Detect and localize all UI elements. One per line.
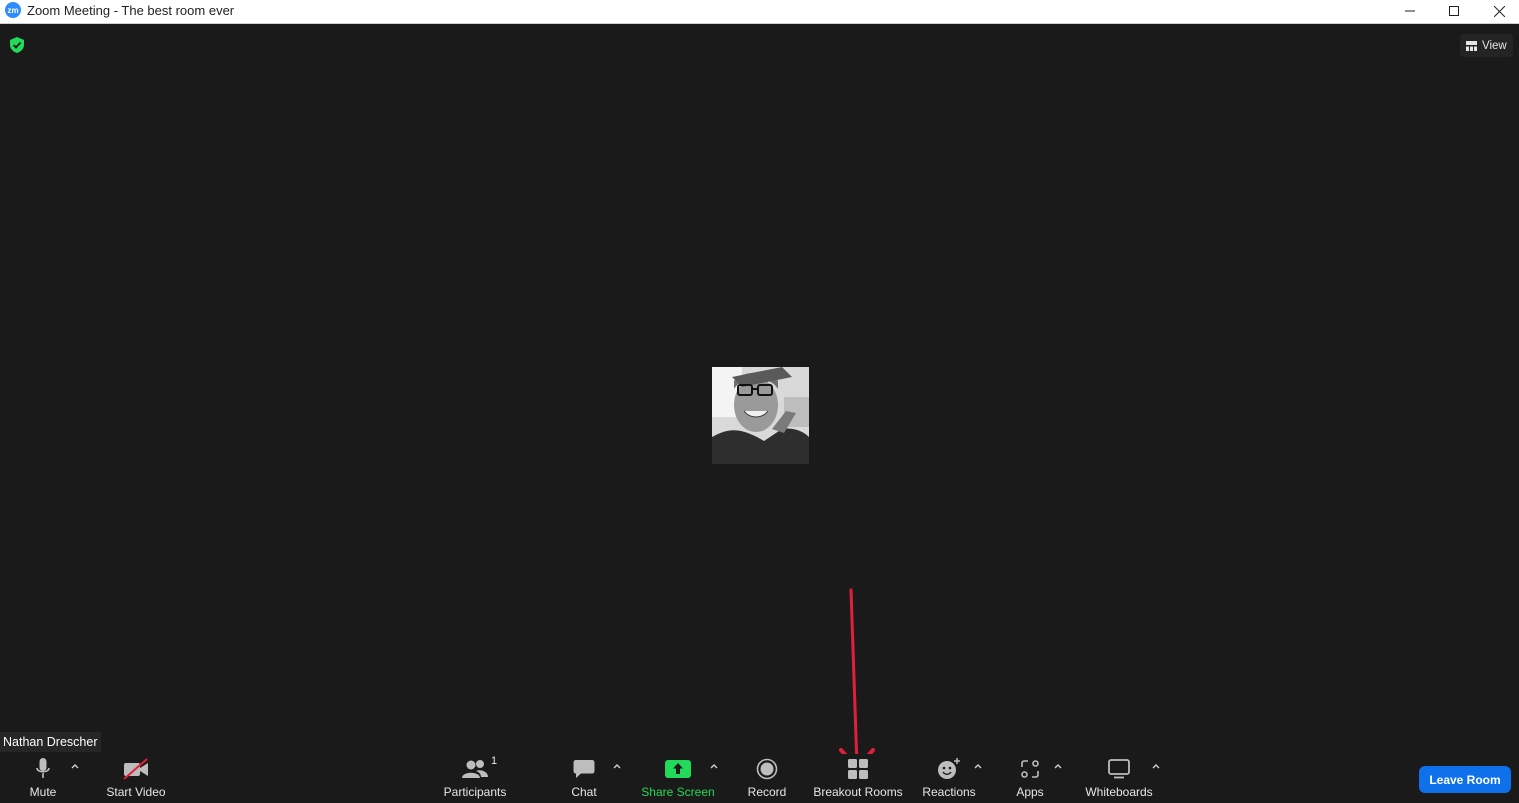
whiteboards-options-caret-icon[interactable] (1150, 760, 1162, 772)
apps-button[interactable]: Apps (1012, 754, 1048, 803)
record-icon (756, 758, 778, 780)
share-screen-icon (665, 760, 691, 778)
reactions-button[interactable]: Reactions (922, 754, 976, 803)
view-label: View (1482, 39, 1507, 52)
share-options-caret-icon[interactable] (708, 760, 720, 772)
reactions-label: Reactions (922, 785, 976, 799)
zoom-app-icon: zm (5, 2, 21, 18)
close-icon (1493, 5, 1505, 17)
view-button[interactable]: View (1460, 34, 1513, 57)
meeting-stage: View Nathan Drescher Mute Start Video 1 … (0, 24, 1519, 803)
whiteboards-button[interactable]: Whiteboards (1082, 754, 1156, 803)
grid-view-icon (1466, 40, 1477, 51)
audio-options-caret-icon[interactable] (69, 760, 81, 772)
maximize-button[interactable] (1432, 0, 1476, 22)
reactions-options-caret-icon[interactable] (972, 760, 984, 772)
participant-name-tag: Nathan Drescher (0, 732, 101, 752)
leave-room-button[interactable]: Leave Room (1419, 766, 1511, 793)
apps-label: Apps (1016, 785, 1044, 799)
window-title: Zoom Meeting - The best room ever (27, 3, 235, 18)
window-titlebar: zm Zoom Meeting - The best room ever (0, 0, 1519, 24)
mute-button[interactable]: Mute (22, 754, 64, 803)
share-screen-label: Share Screen (641, 785, 715, 799)
apps-icon (1021, 760, 1039, 778)
record-label: Record (747, 785, 787, 799)
participants-icon (462, 760, 488, 778)
breakout-rooms-label: Breakout Rooms (813, 785, 903, 799)
apps-options-caret-icon[interactable] (1052, 760, 1064, 772)
annotation-arrow (839, 588, 875, 770)
mute-label: Mute (29, 785, 57, 799)
meeting-toolbar: Mute Start Video 1 Participants Chat Sha… (0, 754, 1519, 803)
participants-count: 1 (491, 755, 498, 767)
profile-photo (712, 367, 809, 464)
chat-options-caret-icon[interactable] (611, 760, 623, 772)
share-screen-button[interactable]: Share Screen (640, 754, 716, 803)
start-video-label: Start Video (106, 785, 166, 799)
reactions-smiley-icon (938, 758, 960, 779)
whiteboards-label: Whiteboards (1085, 785, 1153, 799)
breakout-rooms-button[interactable]: Breakout Rooms (812, 754, 904, 803)
participants-button[interactable]: 1 Participants (442, 754, 508, 803)
chat-label: Chat (571, 785, 597, 799)
chat-bubble-icon (573, 760, 595, 778)
record-button[interactable]: Record (746, 754, 788, 803)
close-button[interactable] (1477, 0, 1519, 22)
start-video-button[interactable]: Start Video (104, 754, 168, 803)
minimize-icon (1405, 10, 1415, 12)
breakout-rooms-icon (848, 759, 868, 779)
microphone-icon (36, 758, 50, 778)
participant-avatar (712, 367, 809, 464)
whiteboard-icon (1108, 759, 1130, 779)
minimize-button[interactable] (1388, 0, 1432, 22)
chat-button[interactable]: Chat (568, 754, 600, 803)
video-off-icon (123, 758, 148, 780)
participants-label: Participants (443, 785, 507, 799)
maximize-icon (1449, 6, 1459, 16)
encryption-shield-icon[interactable] (8, 36, 26, 54)
